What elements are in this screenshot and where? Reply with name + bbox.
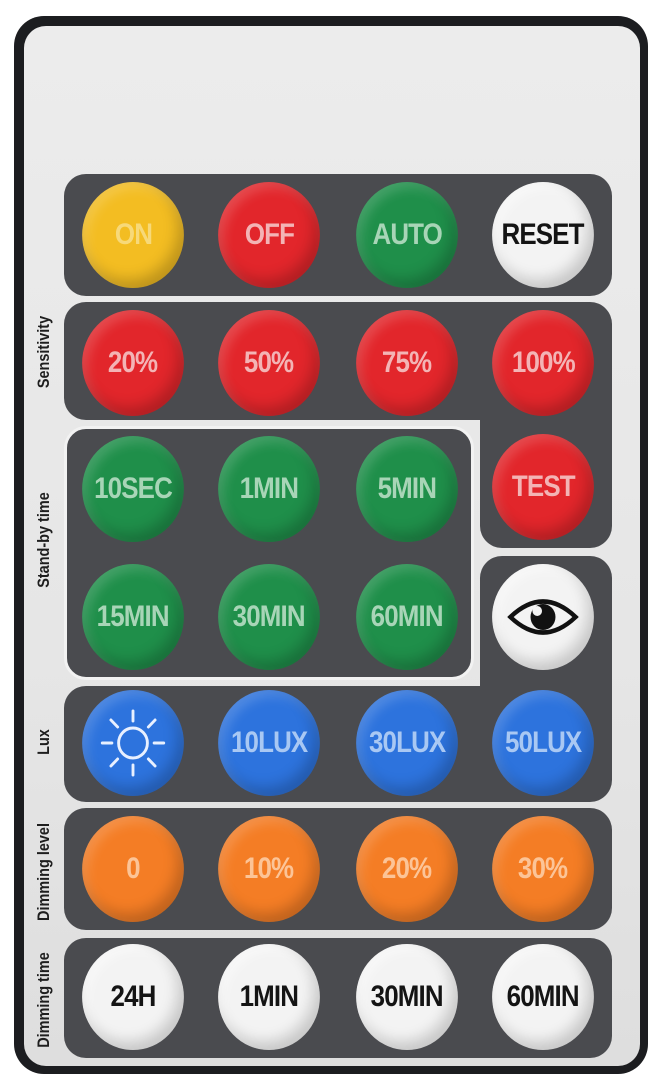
standby-30min-label: 30MIN xyxy=(232,600,306,633)
auto-button[interactable]: AUTO xyxy=(356,182,458,288)
standby-5min-label: 5MIN xyxy=(377,472,437,505)
dimming-time-1min-label: 1MIN xyxy=(239,980,299,1013)
off-button[interactable]: OFF xyxy=(218,182,320,288)
dimming-time-30min-label: 30MIN xyxy=(370,980,444,1013)
label-standby-time: Stand-by time xyxy=(34,492,53,588)
sensitivity-20-button[interactable]: 20% xyxy=(82,310,184,416)
off-label: OFF xyxy=(244,218,294,251)
standby-5min-button[interactable]: 5MIN xyxy=(356,436,458,542)
sensitivity-100-button[interactable]: 100% xyxy=(492,310,594,416)
dimming-level-20-button[interactable]: 20% xyxy=(356,816,458,922)
dimming-time-60min-button[interactable]: 60MIN xyxy=(492,944,594,1050)
sensitivity-75-button[interactable]: 75% xyxy=(356,310,458,416)
standby-15min-button[interactable]: 15MIN xyxy=(82,564,184,670)
test-label: TEST xyxy=(511,470,576,503)
dimming-time-60min-label: 60MIN xyxy=(506,980,580,1013)
lux-10-button[interactable]: 10LUX xyxy=(218,690,320,796)
lux-50-button[interactable]: 50LUX xyxy=(492,690,594,796)
on-label: ON xyxy=(114,218,152,251)
dimming-level-30-label: 30% xyxy=(518,852,568,885)
eye-icon xyxy=(507,594,579,640)
standby-15min-label: 15MIN xyxy=(96,600,170,633)
standby-1min-label: 1MIN xyxy=(239,472,299,505)
eye-button[interactable] xyxy=(492,564,594,670)
label-sensitivity: Sensitivity xyxy=(34,315,53,389)
dimming-level-0-label: 0 xyxy=(126,852,140,885)
dimming-time-24h-button[interactable]: 24H xyxy=(82,944,184,1050)
lux-10-label: 10LUX xyxy=(230,726,308,759)
dimming-level-20-label: 20% xyxy=(382,852,432,885)
dimming-level-30-button[interactable]: 30% xyxy=(492,816,594,922)
sensitivity-50-button[interactable]: 50% xyxy=(218,310,320,416)
standby-10sec-button[interactable]: 10SEC xyxy=(82,436,184,542)
sensitivity-100-label: 100% xyxy=(511,346,576,379)
test-button[interactable]: TEST xyxy=(492,434,594,540)
sensitivity-50-label: 50% xyxy=(244,346,294,379)
auto-label: AUTO xyxy=(372,218,442,251)
sensitivity-20-label: 20% xyxy=(108,346,158,379)
dimming-time-1min-button[interactable]: 1MIN xyxy=(218,944,320,1050)
lux-50-label: 50LUX xyxy=(504,726,582,759)
reset-label: RESET xyxy=(501,218,585,251)
label-dimming-level: Dimming level xyxy=(34,823,53,921)
dimming-level-10-label: 10% xyxy=(244,852,294,885)
sun-button[interactable] xyxy=(82,690,184,796)
standby-60min-button[interactable]: 60MIN xyxy=(356,564,458,670)
label-lux: Lux xyxy=(34,729,53,755)
dimming-time-24h-label: 24H xyxy=(110,980,157,1013)
standby-30min-button[interactable]: 30MIN xyxy=(218,564,320,670)
sensitivity-75-label: 75% xyxy=(382,346,432,379)
standby-1min-button[interactable]: 1MIN xyxy=(218,436,320,542)
standby-10sec-label: 10SEC xyxy=(94,472,173,505)
standby-60min-label: 60MIN xyxy=(370,600,444,633)
label-dimming-time: Dimming time xyxy=(34,952,53,1048)
sun-icon xyxy=(98,707,167,779)
lux-30-label: 30LUX xyxy=(368,726,446,759)
dimming-time-30min-button[interactable]: 30MIN xyxy=(356,944,458,1050)
lux-30-button[interactable]: 30LUX xyxy=(356,690,458,796)
on-button[interactable]: ON xyxy=(82,182,184,288)
reset-button[interactable]: RESET xyxy=(492,182,594,288)
dimming-level-0-button[interactable]: 0 xyxy=(82,816,184,922)
dimming-level-10-button[interactable]: 10% xyxy=(218,816,320,922)
